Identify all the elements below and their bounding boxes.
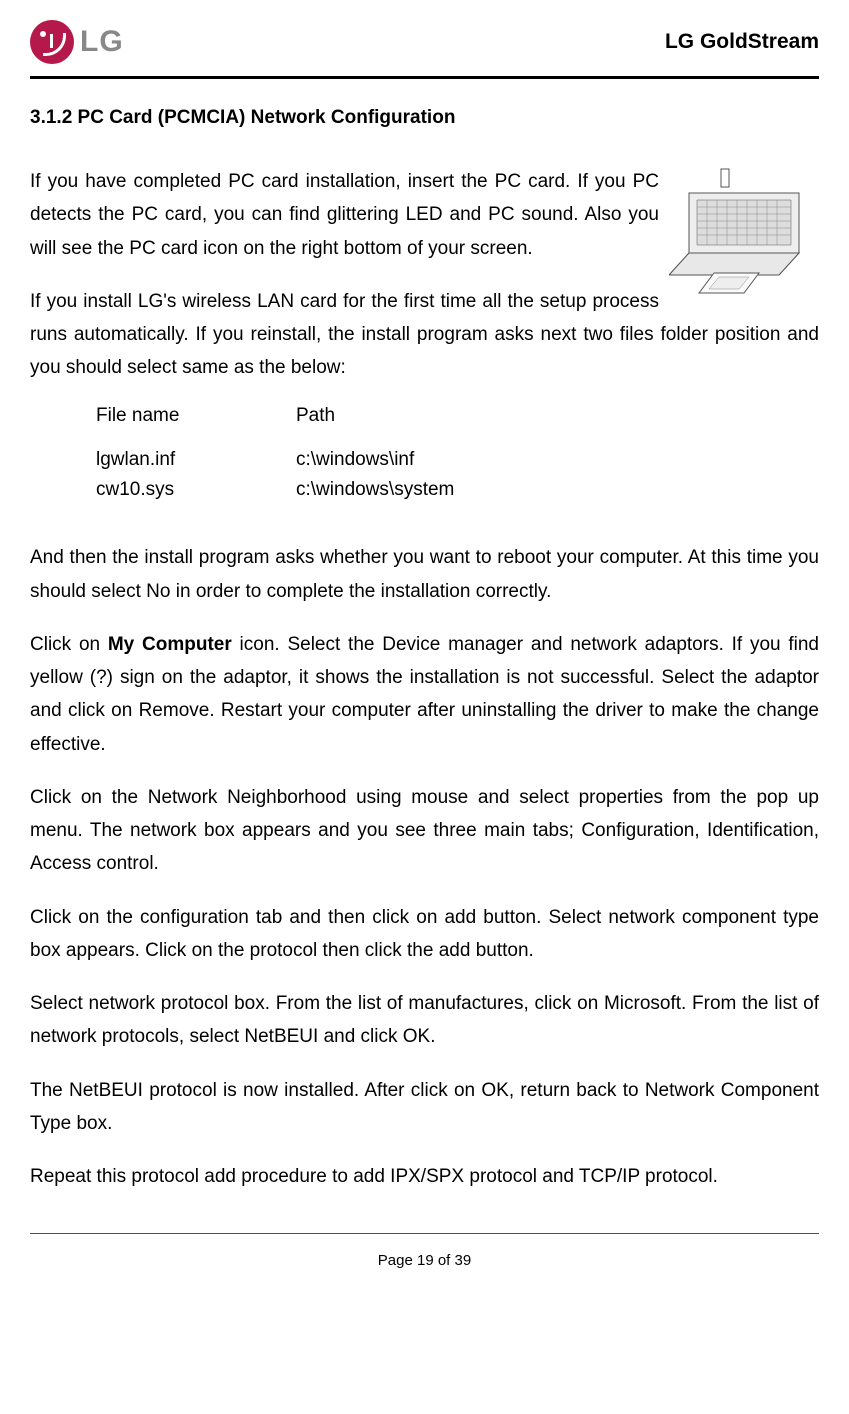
paragraph-repeat: Repeat this protocol add procedure to ad… bbox=[30, 1160, 819, 1193]
page-header: LG LG GoldStream bbox=[30, 20, 819, 64]
laptop-illustration bbox=[669, 165, 819, 305]
lg-logo-text: LG bbox=[80, 25, 124, 59]
lg-logo: LG bbox=[30, 20, 124, 64]
file-path-table: File name Path lgwlan.inf c:\windows\inf… bbox=[96, 405, 819, 506]
cell-path: c:\windows\inf bbox=[296, 445, 414, 475]
paragraph-reboot: And then the install program asks whethe… bbox=[30, 541, 819, 608]
paragraph-select-protocol: Select network protocol box. From the li… bbox=[30, 987, 819, 1054]
paragraph-network-neighborhood: Click on the Network Neighborhood using … bbox=[30, 781, 819, 881]
cell-file: lgwlan.inf bbox=[96, 445, 296, 475]
paragraph-netbeui: The NetBEUI protocol is now installed. A… bbox=[30, 1074, 819, 1141]
section-title: 3.1.2 PC Card (PCMCIA) Network Configura… bbox=[30, 107, 819, 129]
lg-logo-icon bbox=[30, 20, 74, 64]
table-row: lgwlan.inf c:\windows\inf bbox=[96, 445, 819, 475]
footer-divider bbox=[30, 1233, 819, 1234]
paragraph-config-tab: Click on the configuration tab and then … bbox=[30, 901, 819, 968]
table-header-row: File name Path bbox=[96, 405, 819, 427]
paragraph-mycomputer: Click on My Computer icon. Select the De… bbox=[30, 628, 819, 761]
col-header-path: Path bbox=[296, 405, 335, 427]
content-body: If you have completed PC card installati… bbox=[30, 165, 819, 1193]
col-header-file: File name bbox=[96, 405, 296, 427]
header-divider bbox=[30, 76, 819, 79]
cell-path: c:\windows\system bbox=[296, 475, 454, 505]
table-row: cw10.sys c:\windows\system bbox=[96, 475, 819, 505]
text-pre: Click on bbox=[30, 634, 108, 655]
page-footer: Page 19 of 39 bbox=[30, 1252, 819, 1269]
document-page: LG LG GoldStream 3.1.2 PC Card (PCMCIA) … bbox=[0, 0, 849, 1289]
laptop-with-pc-card-icon bbox=[669, 165, 819, 305]
product-name: LG GoldStream bbox=[665, 30, 819, 54]
text-bold-mycomputer: My Computer bbox=[108, 634, 232, 655]
cell-file: cw10.sys bbox=[96, 475, 296, 505]
